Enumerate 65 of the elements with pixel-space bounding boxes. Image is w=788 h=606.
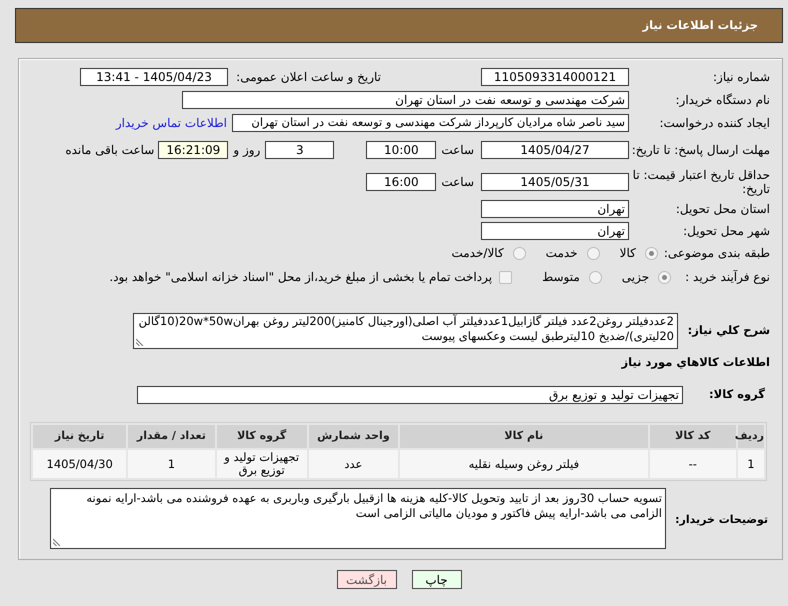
- field-label: نام دستگاه خریدار:: [676, 92, 770, 109]
- city-field[interactable]: تهران: [481, 222, 629, 240]
- field-label: تاریخ و ساعت اعلان عمومی:: [236, 69, 381, 86]
- description-field[interactable]: 2عددفیلتر روغن2عدد فیلتر گازابیل1عددفیلتر آب اصلی(اورجینال کامنیز)200لیتر روغن بهران20w*50w(10گالن 20لیتری)/ضدیخ 10لیترطبق لیست وعکسهای پیوست: [133, 312, 678, 348]
- buyer-name-field[interactable]: شرکت مهندسی و توسعه نفت در استان تهران: [182, 91, 629, 109]
- column-header: کد کالا: [650, 425, 736, 448]
- back-button[interactable]: بازگشت: [336, 570, 396, 589]
- radio-button[interactable]: [586, 246, 600, 260]
- radio-label: کالا: [620, 245, 636, 262]
- field-label: توضیحات خریدار:: [675, 512, 768, 528]
- requester-field[interactable]: سید ناصر شاه مرادیان کارپرداز شرکت مهندسی و توسعه نفت در استان تهران: [232, 114, 629, 132]
- checkbox[interactable]: [499, 270, 512, 284]
- validity-time-field[interactable]: 16:00: [366, 173, 436, 191]
- field-label: مهلت ارسال پاسخ: تا تاریخ:: [632, 143, 770, 157]
- radio-label: جزیی: [622, 269, 650, 286]
- field-label: استان محل تحویل:: [676, 201, 770, 218]
- table-cell: 1: [738, 450, 764, 478]
- page-title: جزئیات اطلاعات نیاز: [642, 16, 758, 34]
- table-cell: فیلتر روغن وسیله نقلیه: [400, 450, 648, 478]
- buyer-contact-link[interactable]: اطلاعات تماس خریدار: [116, 114, 227, 132]
- field-label: طبقه بندی موضوعی:: [664, 245, 770, 262]
- table-cell: عدد: [308, 450, 398, 478]
- remaining-time-field[interactable]: 16:21:09: [158, 141, 228, 159]
- announce-date-field[interactable]: 1405/04/23 - 13:41: [80, 68, 228, 86]
- field-label: شماره نیاز:: [713, 69, 770, 86]
- column-header: گروه کالا: [216, 425, 307, 448]
- column-header: نام کالا: [400, 425, 648, 448]
- radio-button[interactable]: [644, 246, 658, 260]
- field-label: حداقل تاریخ اعتبار قیمت: تا تاریخ:: [632, 168, 770, 196]
- field-label: گروه کالا:: [709, 386, 765, 404]
- buyer-notes-field[interactable]: تسویه حساب 30روز بعد از تایید وتحویل کالا-کلیه هزینه ها ازقبیل بارگیری وباربری به عهده فروشنده می باشد-ارایه نمونه الزامی می باشد-ارایه پیش فاکتور و مودیان مالیاتی الزامی است: [50, 488, 666, 549]
- field-label: شهر محل تحویل:: [683, 223, 770, 240]
- section-heading: اطلاعات کالاهاي مورد نياز: [622, 354, 770, 372]
- need-number-field[interactable]: 1105093314000121: [481, 68, 629, 86]
- resize-grip-icon[interactable]: [136, 338, 144, 346]
- field-label: شرح کلي نياز:: [688, 322, 770, 339]
- radio-button[interactable]: [512, 246, 526, 260]
- deadline-date-field[interactable]: 1405/04/27: [481, 141, 629, 159]
- validity-date-field[interactable]: 1405/05/31: [481, 173, 629, 191]
- field-label: ایجاد کننده درخواست:: [659, 115, 770, 132]
- radio-label: کالا/خدمت: [451, 245, 504, 262]
- table-cell: --: [650, 450, 736, 478]
- resize-grip-icon[interactable]: [53, 538, 61, 546]
- goods-group-field[interactable]: تجهیزات تولید و توزیع برق: [137, 386, 683, 404]
- radio-button[interactable]: [588, 270, 602, 284]
- deadline-time-field[interactable]: 10:00: [366, 141, 436, 159]
- checkbox-label: پرداخت تمام یا بخشی از مبلغ خرید،از محل "اسناد خزانه اسلامی" خواهد بود.: [109, 269, 492, 286]
- radio-label: متوسط: [542, 269, 580, 286]
- print-button[interactable]: چاپ: [412, 570, 462, 589]
- table-cell: 1405/04/30: [33, 450, 126, 478]
- column-header: تاریخ نیاز: [33, 425, 126, 448]
- days-field[interactable]: 3: [265, 141, 334, 159]
- column-header: ردیف: [738, 425, 764, 448]
- field-label: نوع فرآیند خرید :: [685, 269, 770, 286]
- table-cell: تجهیزات تولید و توزیع برق: [216, 450, 307, 478]
- table-cell: 1: [128, 450, 215, 478]
- field-label: ساعت: [441, 174, 474, 191]
- field-label: ساعت: [441, 142, 474, 159]
- column-header: واحد شمارش: [308, 425, 398, 448]
- field-label: روز و: [233, 142, 260, 159]
- province-field[interactable]: تهران: [481, 200, 629, 218]
- radio-label: خدمت: [546, 245, 578, 262]
- field-label: ساعت باقی مانده: [65, 142, 154, 159]
- radio-button[interactable]: [658, 270, 672, 284]
- column-header: تعداد / مقدار: [128, 425, 215, 448]
